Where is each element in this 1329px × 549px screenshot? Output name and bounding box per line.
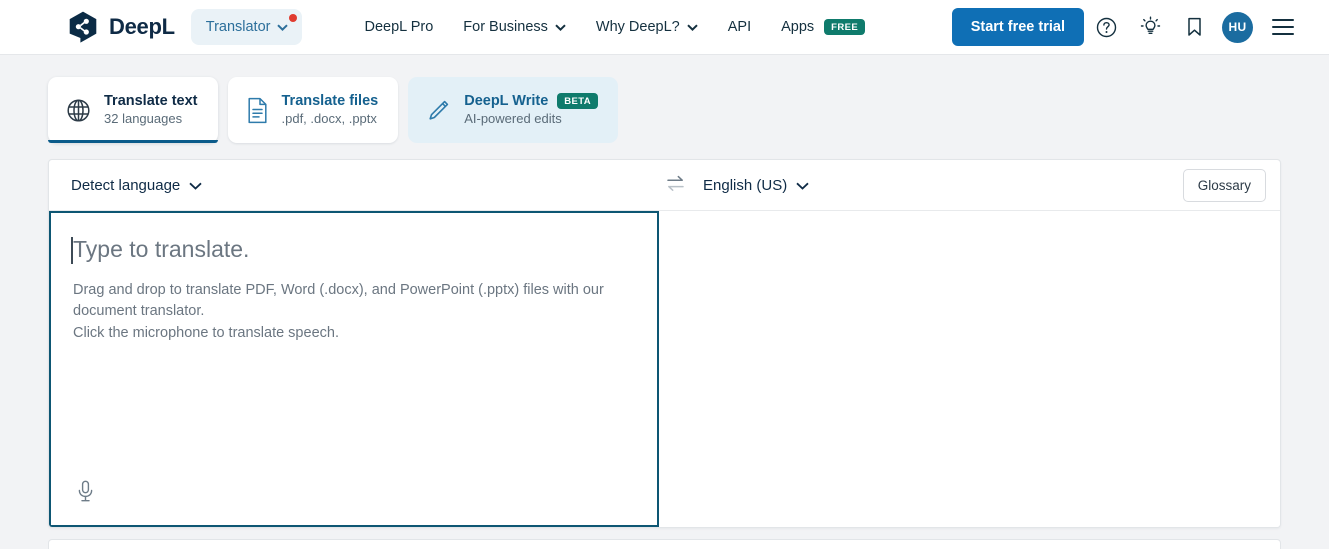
nav-item-label: API bbox=[727, 19, 752, 35]
nav-item-label: Why DeepL? bbox=[595, 19, 680, 35]
product-switcher-label: Translator bbox=[205, 19, 271, 35]
tab-translate-text[interactable]: Translate text 32 languages bbox=[48, 77, 218, 143]
tab-title: Translate files bbox=[281, 92, 379, 109]
nav-item-label: Apps bbox=[781, 19, 815, 35]
beta-badge: BETA bbox=[557, 92, 599, 110]
source-hint: Drag and drop to translate PDF, Word (.d… bbox=[73, 280, 613, 344]
nav-item-api[interactable]: API bbox=[713, 11, 766, 43]
text-cursor bbox=[71, 237, 73, 264]
target-language-label: English (US) bbox=[703, 176, 788, 194]
nav-item-for-business[interactable]: For Business bbox=[448, 11, 581, 43]
help-icon[interactable] bbox=[1084, 5, 1128, 49]
mode-tabs: Translate text 32 languages Translate fi… bbox=[0, 55, 1329, 143]
main-nav: DeepL Pro For Business Why DeepL? API Ap… bbox=[349, 11, 880, 44]
translator-card: Detect language English (US) Glossary Ty… bbox=[48, 159, 1281, 528]
nav-item-apps[interactable]: Apps FREE bbox=[766, 11, 880, 44]
chevron-down-icon bbox=[555, 19, 566, 35]
brand-name: DeepL bbox=[109, 14, 175, 39]
source-language-area: Detect language bbox=[49, 177, 658, 194]
brand-logo-link[interactable]: DeepL bbox=[68, 11, 175, 43]
chevron-down-icon bbox=[687, 19, 698, 35]
microphone-button[interactable] bbox=[70, 478, 100, 508]
header-actions: Start free trial HU bbox=[951, 5, 1305, 49]
tab-label-group: DeepL Write BETA AI-powered edits bbox=[464, 92, 599, 128]
source-text-panel[interactable]: Type to translate. Drag and drop to tran… bbox=[49, 211, 659, 527]
document-icon bbox=[246, 97, 269, 124]
target-language-area: English (US) Glossary bbox=[692, 168, 1266, 202]
glossary-button[interactable]: Glossary bbox=[1182, 168, 1266, 202]
tab-translate-files[interactable]: Translate files .pdf, .docx, .pptx bbox=[227, 77, 399, 143]
source-placeholder-text: Type to translate. bbox=[73, 236, 250, 262]
chevron-down-icon bbox=[189, 177, 202, 194]
tab-title: DeepL Write bbox=[464, 92, 549, 109]
tab-title: Translate text bbox=[104, 92, 198, 109]
deepl-logo-icon bbox=[68, 11, 98, 43]
free-badge: FREE bbox=[824, 18, 866, 36]
product-switcher-translator[interactable]: Translator bbox=[190, 9, 303, 45]
notification-dot bbox=[289, 14, 298, 22]
globe-icon bbox=[66, 98, 91, 123]
tab-subtitle: 32 languages bbox=[104, 111, 183, 127]
microphone-icon bbox=[77, 480, 94, 506]
swap-languages-button[interactable] bbox=[658, 168, 692, 202]
tab-deepl-write[interactable]: DeepL Write BETA AI-powered edits bbox=[408, 77, 619, 143]
source-language-select[interactable]: Detect language bbox=[71, 177, 202, 194]
chevron-down-icon bbox=[277, 18, 289, 36]
source-hint-line-2: Click the microphone to translate speech… bbox=[73, 324, 339, 341]
target-language-select[interactable]: English (US) bbox=[703, 177, 809, 194]
translation-panes: Type to translate. Drag and drop to tran… bbox=[49, 211, 1280, 527]
source-placeholder: Type to translate. bbox=[71, 235, 635, 264]
tab-subtitle: .pdf, .docx, .pptx bbox=[281, 111, 377, 127]
source-hint-line-1: Drag and drop to translate PDF, Word (.d… bbox=[73, 281, 604, 320]
source-language-label: Detect language bbox=[71, 176, 181, 194]
nav-item-label: DeepL Pro bbox=[364, 19, 434, 35]
bookmark-icon[interactable] bbox=[1172, 5, 1216, 49]
lightbulb-icon[interactable] bbox=[1128, 5, 1172, 49]
language-bar: Detect language English (US) Glossary bbox=[49, 160, 1280, 211]
avatar[interactable]: HU bbox=[1222, 11, 1253, 43]
chevron-down-icon bbox=[796, 177, 809, 194]
secondary-card bbox=[48, 539, 1281, 549]
hamburger-menu-icon[interactable] bbox=[1261, 5, 1305, 49]
tab-subtitle: AI-powered edits bbox=[464, 111, 562, 127]
swap-arrows-icon bbox=[666, 175, 685, 195]
pencil-icon bbox=[426, 98, 451, 123]
nav-item-label: For Business bbox=[463, 19, 548, 35]
nav-item-why-deepl[interactable]: Why DeepL? bbox=[581, 11, 713, 43]
start-free-trial-button[interactable]: Start free trial bbox=[951, 8, 1084, 46]
target-text-panel[interactable] bbox=[659, 211, 1280, 527]
tab-label-group: Translate files .pdf, .docx, .pptx bbox=[282, 93, 379, 128]
app-header: DeepL Translator DeepL Pro For Business … bbox=[0, 0, 1329, 55]
tab-label-group: Translate text 32 languages bbox=[104, 93, 198, 128]
tab-title-row: DeepL Write BETA bbox=[464, 92, 599, 110]
nav-item-deepl-pro[interactable]: DeepL Pro bbox=[349, 11, 448, 43]
